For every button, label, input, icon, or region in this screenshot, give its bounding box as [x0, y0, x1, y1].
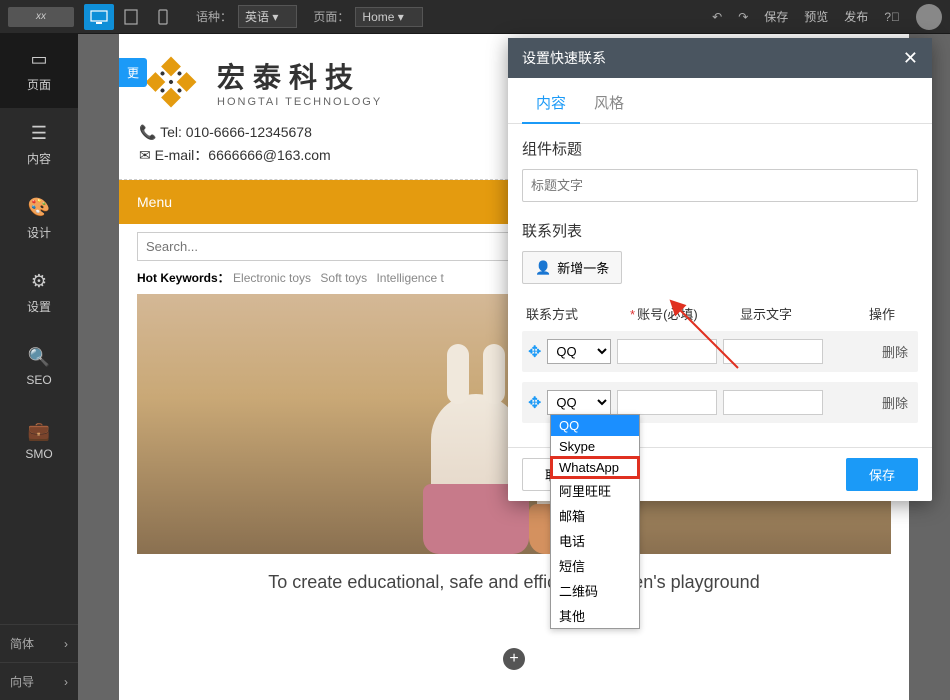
gear-icon: ⚙ — [29, 272, 49, 292]
dropdown-option[interactable]: Skype — [551, 436, 639, 457]
user-avatar[interactable] — [916, 4, 942, 30]
page-select[interactable]: Home ▾ — [355, 7, 422, 27]
method-dropdown[interactable]: QQ Skype WhatsApp 阿里旺旺 邮箱 电话 短信 二维码 其他 — [550, 414, 640, 629]
page-label: 页面： — [313, 8, 349, 25]
add-section-button[interactable]: + — [503, 648, 525, 670]
topbar: xx 语种： 英语 ▾ 页面： Home ▾ ↶ ↷ 保存 预览 发布 ?⃝ — [0, 0, 950, 34]
device-mobile[interactable] — [148, 4, 178, 30]
sidebar-item-seo[interactable]: 🔍SEO — [0, 330, 78, 404]
sidebar-guide[interactable]: 向导› — [0, 662, 78, 700]
dropdown-option[interactable]: 阿里旺旺 — [551, 478, 639, 503]
dropdown-option[interactable]: 短信 — [551, 553, 639, 578]
drag-handle-icon[interactable]: ✥ — [528, 342, 541, 362]
preview-action[interactable]: 预览 — [804, 8, 828, 25]
palette-icon: 🎨 — [29, 198, 49, 218]
dropdown-option[interactable]: 电话 — [551, 528, 639, 553]
section-title-label: 组件标题 — [522, 138, 918, 159]
drag-handle-icon[interactable]: ✥ — [528, 393, 541, 413]
account-input[interactable] — [617, 390, 717, 415]
sidebar-item-content[interactable]: ☰内容 — [0, 108, 78, 182]
sidebar-item-smo[interactable]: 💼SMO — [0, 404, 78, 478]
col-text: 显示文字 — [740, 304, 850, 323]
brand-logo — [139, 50, 203, 114]
lang-select[interactable]: 英语 ▾ — [238, 5, 297, 28]
sidebar-lang-switch[interactable]: 简体› — [0, 624, 78, 662]
contact-table: 联系方式 *账号(必填) 显示文字 操作 ✥ QQ 删除 ✥ QQ 删除 QQ — [522, 296, 918, 423]
brand-name-en: HONGTAI TECHNOLOGY — [217, 96, 382, 108]
brand-name-cn: 宏泰科技 — [217, 56, 382, 96]
section-title-input[interactable] — [522, 169, 918, 202]
col-op: 操作 — [850, 304, 914, 323]
sidebar-item-design[interactable]: 🎨设计 — [0, 182, 78, 256]
content-icon: ☰ — [29, 124, 49, 144]
method-select[interactable]: QQ — [547, 339, 611, 364]
col-method: 联系方式 — [526, 304, 630, 323]
tagline: To create educational, safe and efficien… — [119, 554, 909, 611]
sidebar-item-page[interactable]: ▭页面 — [0, 34, 78, 108]
add-row-button[interactable]: 👤新增一条 — [522, 251, 622, 284]
chevron-right-icon: › — [64, 637, 68, 651]
dropdown-option[interactable]: WhatsApp — [551, 457, 639, 478]
app-logo: xx — [8, 7, 74, 27]
quick-contact-modal: 设置快速联系 ✕ 内容 风格 组件标题 联系列表 👤新增一条 联系方式 *账号(… — [508, 38, 932, 501]
dropdown-option[interactable]: 其他 — [551, 603, 639, 628]
dropdown-option[interactable]: 邮箱 — [551, 503, 639, 528]
display-text-input[interactable] — [723, 339, 823, 364]
method-select[interactable]: QQ — [547, 390, 611, 415]
device-tablet[interactable] — [116, 4, 146, 30]
tab-style[interactable]: 风格 — [580, 78, 638, 123]
help-icon[interactable]: ?⃝ — [884, 10, 900, 24]
col-account: *账号(必填) — [630, 304, 740, 323]
display-text-input[interactable] — [723, 390, 823, 415]
update-button[interactable]: 更 — [119, 58, 147, 87]
menu-label: Menu — [137, 194, 172, 210]
delete-row[interactable]: 删除 — [878, 393, 912, 412]
save-button[interactable]: 保存 — [846, 458, 918, 491]
save-action[interactable]: 保存 — [764, 8, 788, 25]
list-label: 联系列表 — [522, 220, 918, 241]
person-plus-icon: 👤 — [535, 260, 551, 276]
dropdown-option[interactable]: 二维码 — [551, 578, 639, 603]
device-desktop[interactable] — [84, 4, 114, 30]
close-icon[interactable]: ✕ — [903, 48, 918, 69]
modal-title: 设置快速联系 — [522, 48, 606, 68]
contact-row: ✥ QQ 删除 QQ Skype WhatsApp 阿里旺旺 邮箱 电话 短信 … — [522, 382, 918, 423]
tab-content[interactable]: 内容 — [522, 78, 580, 123]
dropdown-option[interactable]: QQ — [551, 415, 639, 436]
sidebar: ▭页面 ☰内容 🎨设计 ⚙设置 🔍SEO 💼SMO 简体› 向导› — [0, 34, 78, 700]
account-input[interactable] — [617, 339, 717, 364]
undo-icon[interactable]: ↶ — [712, 10, 722, 24]
chevron-right-icon: › — [64, 675, 68, 689]
redo-icon[interactable]: ↷ — [738, 10, 748, 24]
search-icon: 🔍 — [29, 347, 49, 367]
page-icon: ▭ — [29, 50, 49, 70]
publish-action[interactable]: 发布 — [844, 8, 868, 25]
lang-label: 语种： — [196, 8, 232, 25]
delete-row[interactable]: 删除 — [878, 342, 912, 361]
briefcase-icon: 💼 — [29, 421, 49, 441]
device-switcher — [84, 4, 178, 30]
sidebar-item-settings[interactable]: ⚙设置 — [0, 256, 78, 330]
contact-row: ✥ QQ 删除 — [522, 331, 918, 372]
